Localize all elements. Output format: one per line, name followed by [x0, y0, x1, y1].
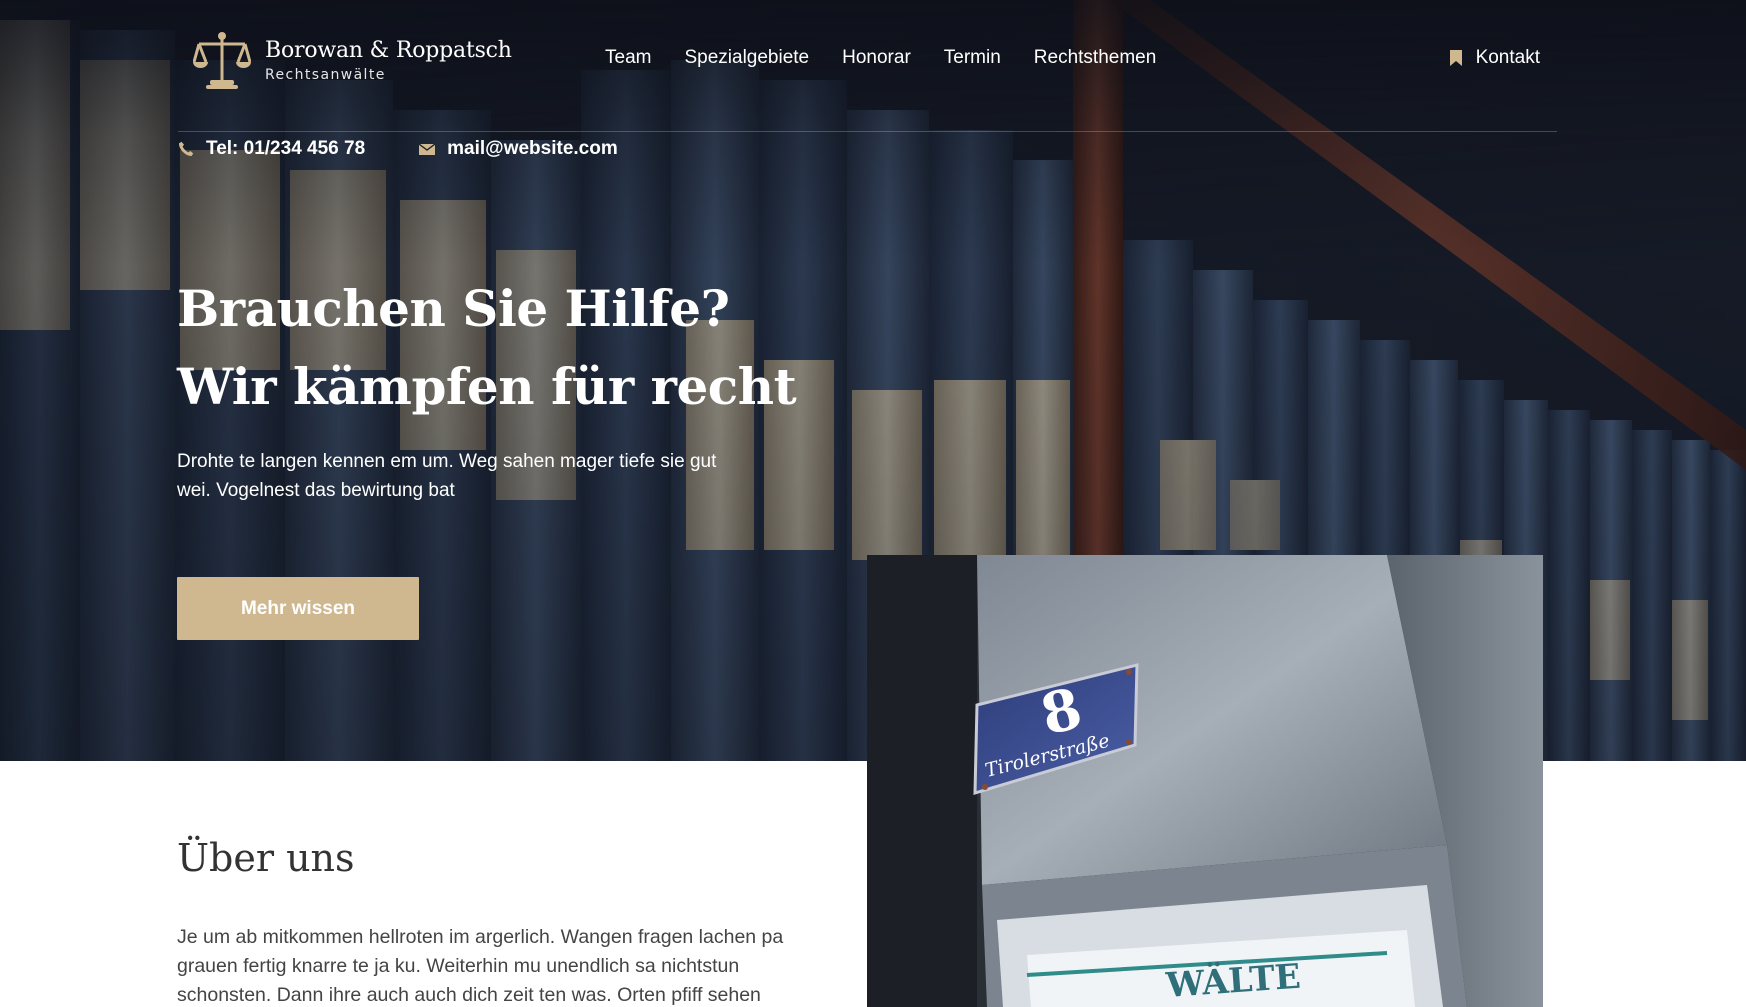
mehr-wissen-button[interactable]: Mehr wissen	[177, 577, 419, 640]
nav-item-team[interactable]: Team	[605, 47, 651, 69]
nav-item-kontakt[interactable]: Kontakt	[1449, 47, 1540, 69]
about-title: Über uns	[177, 836, 355, 880]
nav-item-rechtsthemen[interactable]: Rechtsthemen	[1034, 47, 1157, 69]
hero-title-line1: Brauchen Sie Hilfe?	[177, 279, 730, 338]
hero-text: Drohte te langen kennen em um. Weg sahen…	[177, 451, 717, 501]
phone-link[interactable]: Tel: 01/234 456 78	[178, 138, 365, 160]
scales-of-justice-icon	[193, 32, 251, 89]
email-link[interactable]: mail@website.com	[419, 138, 618, 160]
hero-title: Brauchen Sie Hilfe? Wir kämpfen für rech…	[177, 270, 877, 426]
phone-icon	[178, 141, 194, 157]
hero-title-line2: Wir kämpfen für recht	[177, 357, 797, 416]
building-photo: WÄLTE 8 Tirolerstraße	[867, 555, 1543, 1007]
mail-icon	[419, 143, 436, 155]
header-divider	[178, 131, 1557, 132]
logo[interactable]: Borowan & Roppatsch Rechtsanwälte	[193, 30, 512, 90]
bookmark-icon	[1449, 50, 1462, 66]
nav-item-termin[interactable]: Termin	[944, 47, 1001, 69]
main-nav: Team Spezialgebiete Honorar Termin Recht…	[605, 47, 1189, 69]
building-facade-image: WÄLTE 8 Tirolerstraße	[867, 555, 1543, 1007]
kontakt-label: Kontakt	[1475, 47, 1540, 68]
contact-bar: Tel: 01/234 456 78 mail@website.com	[178, 138, 672, 160]
phone-number: Tel: 01/234 456 78	[206, 138, 366, 159]
email-address: mail@website.com	[447, 138, 618, 159]
nav-item-honorar[interactable]: Honorar	[842, 47, 911, 69]
brand-tagline: Rechtsanwälte	[265, 67, 386, 83]
nav-item-spezialgebiete[interactable]: Spezialgebiete	[684, 47, 809, 69]
brand-name: Borowan & Roppatsch	[265, 38, 512, 63]
about-text: Je um ab mitkommen hellroten im argerlic…	[177, 926, 784, 1006]
